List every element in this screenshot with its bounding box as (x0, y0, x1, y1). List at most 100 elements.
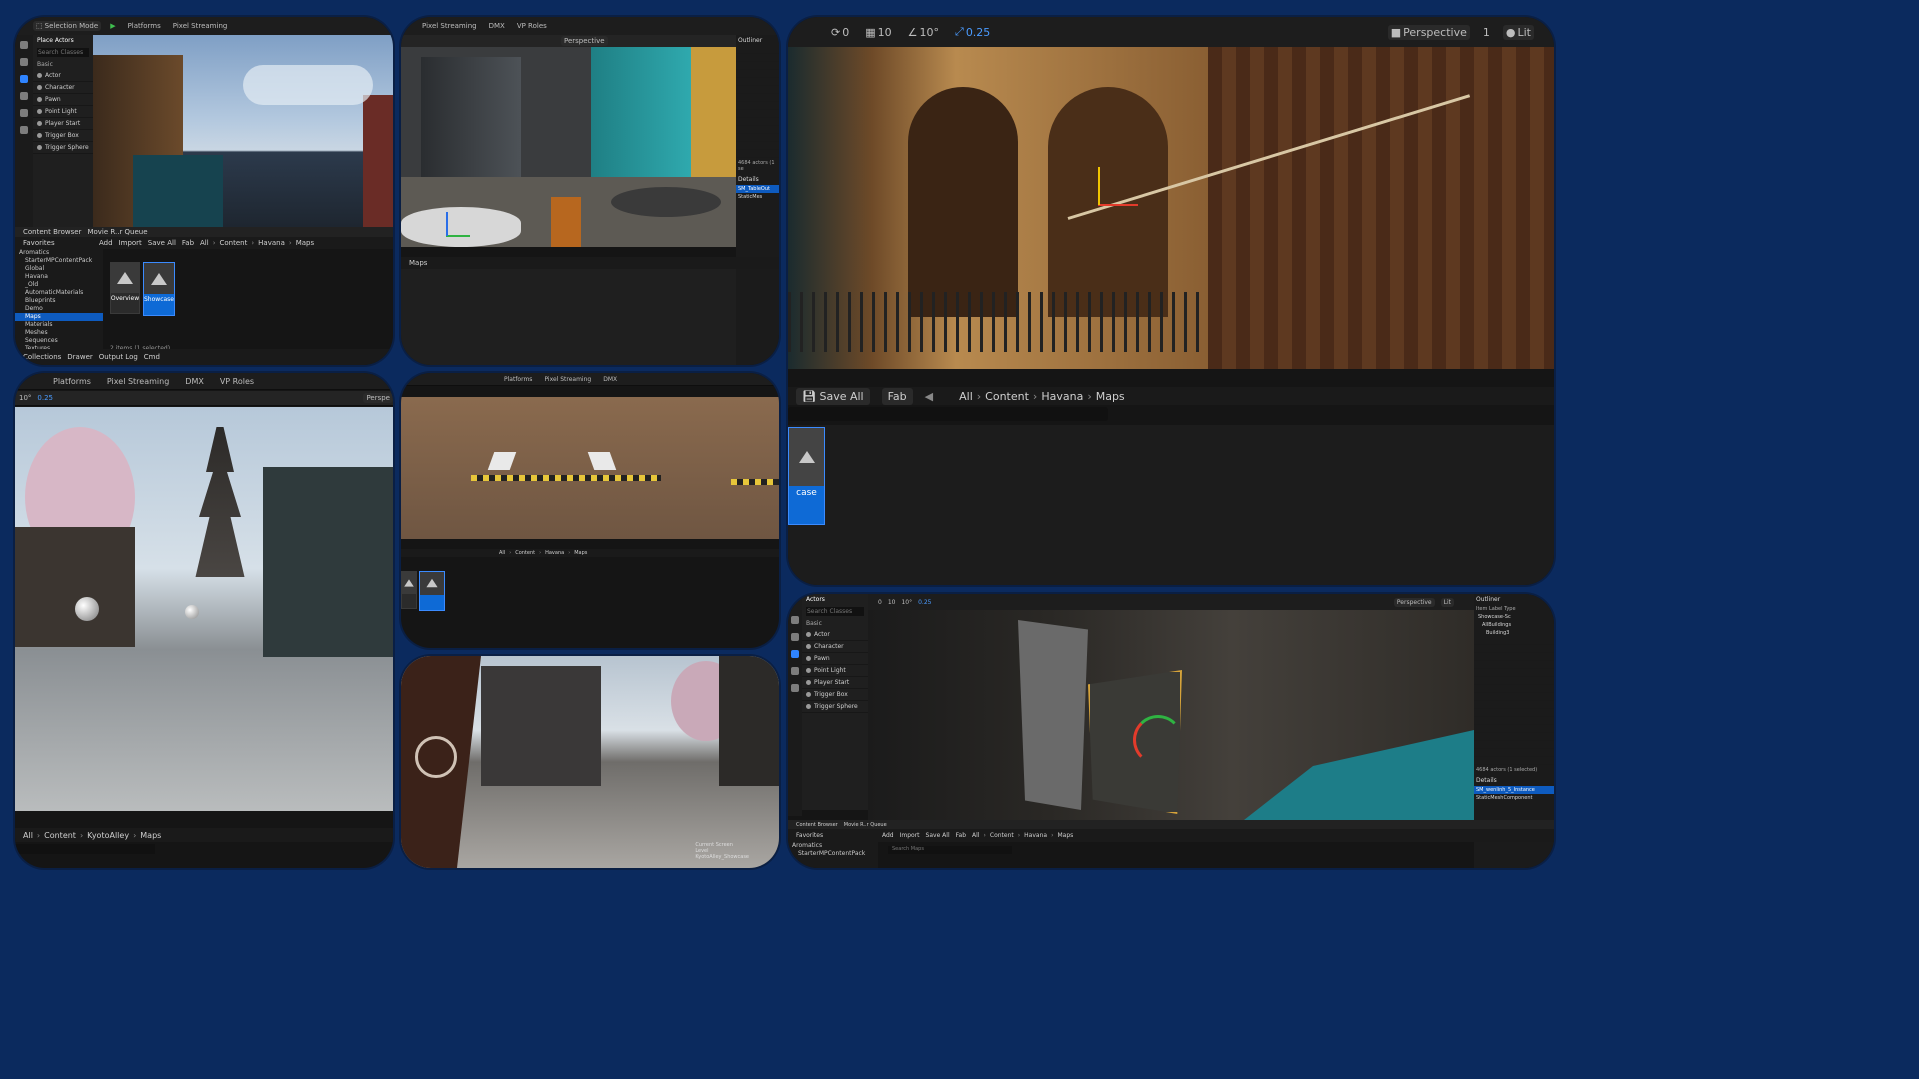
outliner-row[interactable] (1474, 685, 1554, 693)
fab-button[interactable]: Fab (956, 832, 966, 839)
camera-speed[interactable]: 1 (1480, 25, 1493, 40)
crumb-havana[interactable]: Havana (258, 239, 285, 247)
outliner-row[interactable] (1474, 637, 1554, 645)
shapes-icon[interactable] (791, 684, 799, 692)
crumb-maps[interactable]: Maps (296, 239, 314, 247)
place-actor-item[interactable]: Player Start (33, 118, 93, 130)
import-button[interactable]: Import (900, 832, 920, 839)
platforms-dropdown[interactable]: Platforms (50, 376, 94, 387)
folder-tree-item[interactable]: _Old (15, 281, 103, 289)
crumb-all[interactable]: All (23, 831, 33, 840)
fab-button[interactable]: Fab (182, 239, 194, 247)
viewport-havana-sky[interactable] (93, 35, 393, 227)
outliner-row[interactable] (736, 94, 779, 102)
crumb-havana[interactable]: Havana (1024, 832, 1047, 839)
crumb-all[interactable]: All (200, 239, 209, 247)
place-actor-item[interactable]: Point Light (802, 665, 868, 677)
lights-icon[interactable] (20, 92, 28, 100)
basic-icon[interactable] (20, 75, 28, 83)
grid-snap[interactable]: 10 (888, 599, 896, 606)
search-filter-bar[interactable] (788, 407, 1108, 421)
gizmo-z-axis[interactable] (1098, 167, 1100, 205)
cmd-button[interactable]: Cmd (144, 353, 160, 361)
crumb-maps[interactable]: Maps (574, 550, 587, 556)
place-actor-item[interactable]: Character (802, 641, 868, 653)
crumb-content[interactable]: Content (985, 390, 1029, 403)
add-button[interactable]: Add (99, 239, 113, 247)
outliner-row[interactable] (1474, 645, 1554, 653)
lights-icon[interactable] (791, 667, 799, 675)
crumb-all[interactable]: All (499, 550, 505, 556)
outliner-row[interactable] (1474, 653, 1554, 661)
place-actor-item[interactable]: Trigger Box (33, 130, 93, 142)
dmx-dropdown[interactable]: DMX (600, 375, 620, 384)
category-basic[interactable]: Basic (802, 618, 868, 629)
perspective-dropdown[interactable]: Perspective (561, 36, 608, 46)
place-actor-item[interactable]: Trigger Box (802, 689, 868, 701)
viewport-cafe[interactable] (401, 47, 736, 247)
scale-snap[interactable]: 0.25 (918, 599, 931, 606)
details-component[interactable]: StaticMes (736, 193, 779, 201)
crumb-all[interactable]: All (959, 390, 973, 403)
outliner-item[interactable]: AllBuildings (1474, 621, 1554, 629)
vp-roles-dropdown[interactable]: VP Roles (514, 21, 550, 31)
content-browser-tab[interactable]: Content Browser (23, 228, 81, 236)
sphere-large[interactable] (75, 597, 99, 621)
crumb-kyoto[interactable]: KyotoAlley (87, 831, 129, 840)
details-tab[interactable]: Details (736, 174, 779, 185)
shapes-icon[interactable] (20, 126, 28, 134)
folder-tree-item[interactable]: Sequences (15, 337, 103, 345)
crumb-content[interactable]: Content (990, 832, 1014, 839)
outliner-row[interactable] (736, 70, 779, 78)
outliner-item[interactable]: Showcase-Sc (1474, 613, 1554, 621)
rotate-gizmo[interactable] (1133, 715, 1183, 765)
details-actor-name[interactable]: SM_wenlinh_5_Instance (1474, 786, 1554, 794)
outliner-row[interactable] (736, 78, 779, 86)
crumb-all[interactable]: All (972, 832, 979, 839)
basic-icon[interactable] (791, 650, 799, 658)
outliner-row[interactable] (1474, 717, 1554, 725)
grid-snap[interactable]: ▦ 10 (862, 25, 894, 40)
selection-mode-dropdown[interactable]: ⬚ Selection Mode (33, 21, 102, 31)
folder-tree-item[interactable]: Blueprints (15, 297, 103, 305)
details-actor-name[interactable]: SM_TableOut (736, 185, 779, 193)
outliner-row[interactable] (736, 86, 779, 94)
place-actor-item[interactable]: Pawn (33, 94, 93, 106)
search-maps-input[interactable]: Search Maps (888, 846, 1012, 854)
place-actor-item[interactable]: Player Start (802, 677, 868, 689)
outliner-item[interactable]: Building3 (1474, 629, 1554, 637)
history-back-icon[interactable]: ◀ (925, 390, 933, 403)
perspective-dropdown[interactable]: Perspe (363, 393, 393, 403)
place-actor-item[interactable]: Actor (33, 70, 93, 82)
outliner-row[interactable] (736, 134, 779, 142)
movie-queue-tab[interactable]: Movie R..r Queue (87, 228, 147, 236)
crumb-content[interactable]: Content (220, 239, 248, 247)
crumb-content[interactable]: Content (515, 550, 535, 556)
asset-showcase[interactable]: Showcase (143, 262, 175, 316)
content-drawer-button[interactable]: Drawer (67, 353, 92, 361)
outliner-row[interactable] (1474, 701, 1554, 709)
star-icon[interactable] (791, 616, 799, 624)
crumb-havana[interactable]: Havana (545, 550, 564, 556)
folder-tree-item[interactable]: Maps (15, 313, 103, 321)
scale-snap[interactable]: ⤢ 0.25 (952, 24, 993, 40)
place-actor-item[interactable]: Pawn (802, 653, 868, 665)
marker-right[interactable] (587, 452, 617, 470)
rotation-snap[interactable]: 0 (878, 599, 882, 606)
movie-queue-tab[interactable]: Movie R..r Queue (844, 822, 887, 828)
folder-tree-item[interactable]: StarterMPContentPack (15, 257, 103, 265)
crumb-maps[interactable]: Maps (1057, 832, 1073, 839)
fab-button[interactable]: Fab (881, 387, 913, 405)
crumb-maps[interactable]: Maps (140, 831, 161, 840)
viewport-road[interactable] (401, 397, 779, 539)
crumb-maps[interactable]: Maps (1096, 390, 1125, 403)
asset-overview[interactable] (401, 571, 417, 609)
platforms-dropdown[interactable]: Platforms (501, 375, 535, 384)
outliner-row[interactable] (1474, 733, 1554, 741)
pixel-streaming-dropdown[interactable]: Pixel Streaming (541, 375, 594, 384)
save-all-button[interactable]: 💾︎ Save All (796, 387, 870, 405)
outliner-row[interactable] (736, 126, 779, 134)
search-classes-input[interactable]: Search Classes (37, 48, 89, 57)
outliner-row[interactable] (1474, 757, 1554, 765)
outliner-row[interactable] (1474, 709, 1554, 717)
